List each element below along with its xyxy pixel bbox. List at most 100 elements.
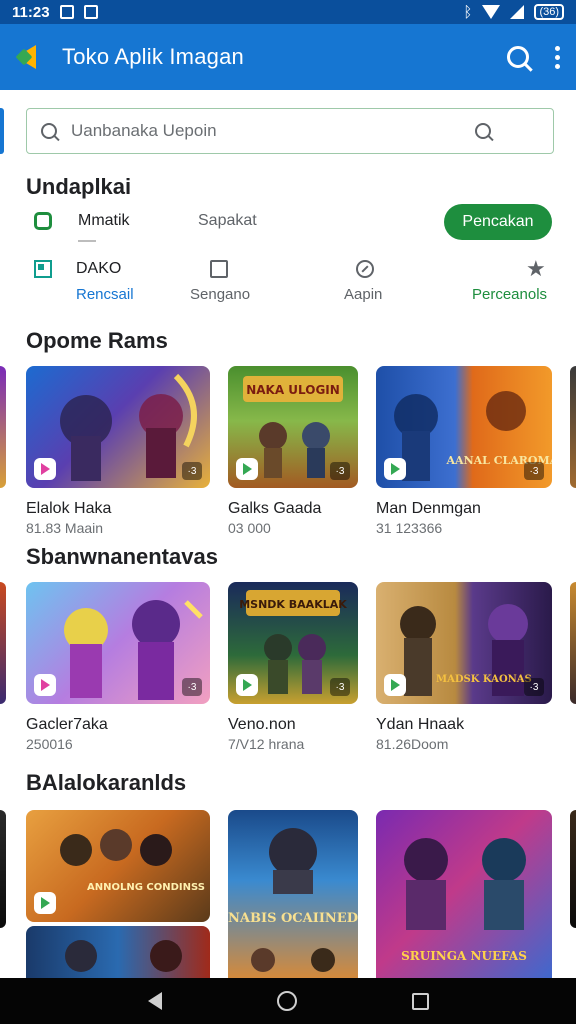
section-title-featured: Undaplkai [26, 174, 132, 199]
square-icon[interactable] [210, 260, 228, 278]
left-edge-tab [0, 108, 4, 154]
filter-label-2[interactable]: Sengano [190, 286, 250, 303]
age-badge: ·3 [524, 462, 544, 480]
filter-label-1[interactable]: Rencsail [76, 286, 134, 303]
app-thumbnail: SRUINGA NUEFAS [376, 810, 552, 978]
play-store-icon [236, 458, 258, 480]
special-row: ·3 Gacler7aka 250016 MSNDK BAAKLAK ·3 Ve… [0, 582, 576, 754]
app-thumbnail: ANNOLNG CONDINSS [26, 810, 210, 922]
app-title: Galks Gaada [228, 500, 322, 517]
chip-secondary[interactable]: Sapakat [198, 212, 257, 230]
search-icon[interactable] [507, 46, 529, 68]
app-thumbnail: ·3 [26, 582, 210, 704]
thumbnail-art: NABIS OCAIINED [228, 828, 358, 972]
card-peek-left [0, 366, 6, 488]
play-store-icon [34, 458, 56, 480]
card-peek-right [570, 810, 576, 928]
section-title-popular: Opome Rams [26, 328, 168, 353]
app-card[interactable]: ·3 Elalok Haka 81.83 Maain [26, 366, 210, 536]
card-peek-right [570, 582, 576, 704]
app-ring-icon [34, 212, 52, 230]
search-input[interactable] [71, 121, 475, 141]
app-card[interactable]: AANAL CLAROMAY ·3 Man Denmgan 31 123366 [376, 366, 552, 536]
section-title-special: Sbanwnanentavas [26, 544, 218, 569]
app-thumbnail-secondary [26, 926, 210, 978]
signal-icon [510, 5, 525, 19]
notification-icon-2 [83, 5, 98, 19]
app-card[interactable]: ANNOLNG CONDINSS [26, 810, 210, 978]
back-icon[interactable] [147, 992, 162, 1010]
card-peek-left [0, 582, 6, 704]
app-logo-icon [15, 45, 40, 69]
filter-label-3[interactable]: Aapin [344, 286, 382, 303]
app-card[interactable]: NAKA ULOGIN ·3 Galks Gaada 03 000 [228, 366, 358, 536]
status-bar: 11:23 ᛒ (36) [0, 0, 576, 24]
filter-label-4[interactable]: Perceanols [472, 286, 547, 303]
app-thumbnail: MSNDK BAAKLAK ·3 [228, 582, 358, 704]
play-store-icon [236, 674, 258, 696]
app-card[interactable]: NABIS OCAIINED [228, 810, 358, 978]
primary-action-button[interactable]: Pencakan [444, 204, 552, 240]
chip-row: Mmatik Sapakat Pencakan [26, 204, 554, 242]
app-title: Man Denmgan [376, 500, 481, 517]
app-card[interactable]: MSNDK BAAKLAK ·3 Veno.non 7/V12 hrana [228, 582, 358, 754]
play-store-icon [34, 892, 56, 914]
app-card[interactable]: MADSK KAONAS ·3 Ydan Hnaak 81.26Doom [376, 582, 552, 754]
card-peek-left [0, 810, 6, 928]
app-subtitle: 81.83 Maain [26, 520, 104, 536]
system-nav-bar [0, 978, 576, 1024]
app-title: Ydan Hnaak [376, 716, 465, 733]
more-vert-icon[interactable] [555, 45, 560, 69]
play-store-icon [384, 458, 406, 480]
app-thumbnail: ·3 [26, 366, 210, 488]
app-title: Toko Aplik Imagan [62, 44, 244, 69]
app-subtitle: 250016 [26, 736, 73, 752]
wifi-icon [482, 5, 501, 19]
app-thumbnail: NABIS OCAIINED [228, 810, 358, 978]
age-badge: ·3 [524, 678, 544, 696]
app-thumbnail: MADSK KAONAS ·3 [376, 582, 552, 704]
app-title: Elalok Haka [26, 500, 112, 517]
age-badge: ·3 [330, 462, 350, 480]
chip-primary[interactable]: Mmatik [78, 212, 130, 230]
play-store-icon [384, 674, 406, 696]
thumbnail-text: MADSK KAONAS [436, 674, 532, 685]
filter-row: DAKO ★ Rencsail Sengano Aapin Perceanols [26, 258, 554, 308]
section-title-more: BAlalokaranlds [26, 770, 187, 795]
age-badge: ·3 [182, 462, 202, 480]
search-icon [41, 123, 57, 139]
chip-underline [78, 240, 96, 242]
checkbox-icon[interactable] [34, 260, 52, 278]
app-thumbnail: NAKA ULOGIN ·3 [228, 366, 358, 488]
battery-indicator: (36) [534, 4, 564, 20]
app-card[interactable]: ·3 Gacler7aka 250016 [26, 582, 210, 754]
age-badge: ·3 [330, 678, 350, 696]
circle-icon[interactable] [356, 260, 374, 278]
thumbnail-art [65, 940, 182, 972]
thumbnail-text: MSNDK BAAKLAK [239, 598, 347, 611]
popular-row: ·3 Elalok Haka 81.83 Maain NAKA ULOGIN ·… [0, 366, 576, 536]
thumbnail-text: NAKA ULOGIN [246, 383, 340, 397]
app-thumbnail: AANAL CLAROMAY ·3 [376, 366, 552, 488]
app-subtitle: 31 123366 [376, 520, 443, 536]
app-bar: Toko Aplik Imagan [0, 24, 576, 90]
age-badge: ·3 [182, 678, 202, 696]
card-peek-right [570, 366, 576, 488]
thumbnail-text: SRUINGA NUEFAS [401, 949, 527, 963]
more-row: ANNOLNG CONDINSS NABIS OCAIINED SRUINGA … [0, 810, 576, 978]
status-time: 11:23 [12, 3, 50, 21]
home-icon[interactable] [276, 991, 297, 1011]
notification-icon [59, 5, 74, 19]
app-subtitle: 03 000 [228, 520, 271, 536]
thumbnail-art: SRUINGA NUEFAS [401, 838, 527, 963]
play-store-icon [34, 674, 56, 696]
star-icon[interactable]: ★ [526, 258, 546, 280]
filter-value: DAKO [76, 260, 122, 277]
app-title: Gacler7aka [26, 716, 108, 733]
search-submit-icon[interactable] [475, 123, 491, 139]
search-bar[interactable] [26, 108, 554, 154]
app-card[interactable]: SRUINGA NUEFAS [376, 810, 552, 978]
recents-icon[interactable] [411, 992, 429, 1010]
thumbnail-text: ANNOLNG CONDINSS [87, 882, 205, 893]
app-title: Veno.non [228, 716, 296, 733]
